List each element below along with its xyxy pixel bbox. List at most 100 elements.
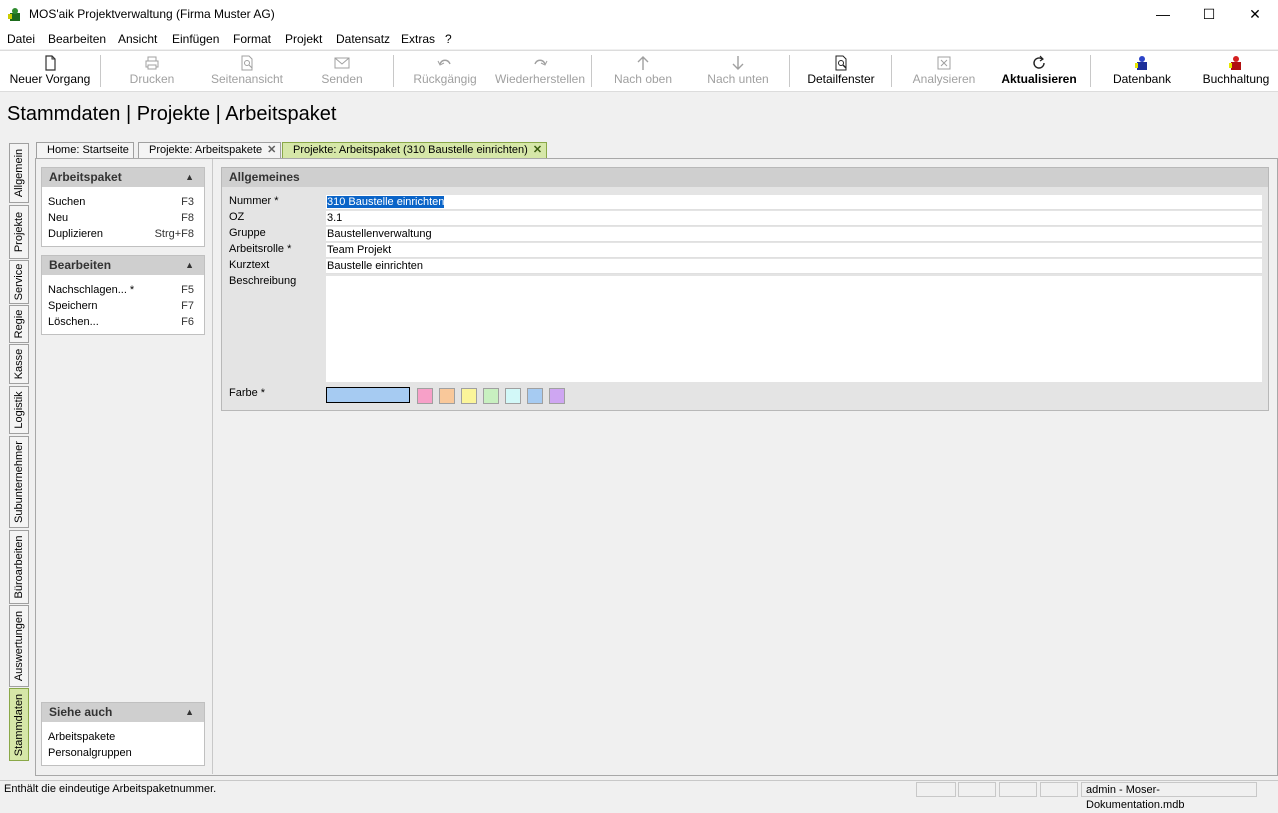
- print-button[interactable]: Drucken: [110, 51, 194, 91]
- color-swatch-pink[interactable]: [417, 388, 433, 404]
- tab-bueroarbeiten[interactable]: Büroarbeiten: [9, 530, 29, 604]
- menu-help[interactable]: ?: [445, 32, 452, 46]
- kurztext-field[interactable]: Baustelle einrichten: [326, 259, 1262, 274]
- database-button[interactable]: Datenbank: [1100, 51, 1184, 91]
- label-kurztext: Kurztext: [229, 259, 270, 271]
- collapse-icon[interactable]: ▲: [185, 256, 194, 275]
- color-swatch-blue[interactable]: [527, 388, 543, 404]
- toolbar-separator: [891, 55, 892, 87]
- analyze-button[interactable]: Analysieren: [902, 51, 986, 91]
- status-pane: [999, 782, 1037, 797]
- collapse-icon[interactable]: ▲: [185, 168, 194, 187]
- close-button[interactable]: ✕: [1232, 0, 1278, 29]
- form-group-allgemeines: Allgemeines Nummer * 310 Baustelle einri…: [221, 167, 1269, 411]
- close-tab-icon[interactable]: ✕: [533, 144, 542, 156]
- collapse-icon[interactable]: ▲: [185, 703, 194, 722]
- menu-datensatz[interactable]: Datensatz: [336, 32, 390, 46]
- toolbar-separator: [1090, 55, 1091, 87]
- selected-color-swatch[interactable]: [326, 387, 410, 403]
- tab-stammdaten[interactable]: Stammdaten: [9, 688, 29, 761]
- action-duplizieren[interactable]: Duplizieren Strg+F8: [42, 226, 204, 242]
- group-title: Allgemeines: [222, 168, 1268, 187]
- panel-header[interactable]: Arbeitspaket ▲: [42, 168, 204, 187]
- menu-extras[interactable]: Extras: [401, 32, 435, 46]
- action-suchen[interactable]: Suchen F3: [42, 194, 204, 210]
- detail-document-icon: [835, 55, 847, 71]
- menu-format[interactable]: Format: [233, 32, 271, 46]
- color-swatch-purple[interactable]: [549, 388, 565, 404]
- send-button[interactable]: Senden: [302, 51, 382, 91]
- doc-tab-arbeitspakete[interactable]: Projekte: Arbeitspakete ✕: [138, 142, 282, 158]
- app-icon: [8, 8, 20, 21]
- toolbar-separator: [591, 55, 592, 87]
- menu-datei[interactable]: Datei: [7, 32, 35, 46]
- toolbar: Neuer Vorgang Drucken Seitenansicht Send…: [0, 50, 1278, 92]
- redo-icon: [534, 59, 548, 66]
- action-speichern[interactable]: Speichern F7: [42, 298, 204, 314]
- link-personalgruppen[interactable]: Personalgruppen: [42, 745, 204, 761]
- menu-einfuegen[interactable]: Einfügen: [172, 32, 219, 46]
- color-swatch-cyan[interactable]: [505, 388, 521, 404]
- print-preview-button[interactable]: Seitenansicht: [202, 51, 292, 91]
- analyze-icon: [937, 56, 951, 70]
- menu-ansicht[interactable]: Ansicht: [118, 32, 157, 46]
- action-loeschen[interactable]: Löschen... F6: [42, 314, 204, 330]
- tab-allgemein[interactable]: Allgemein: [9, 143, 29, 203]
- label-beschreibung: Beschreibung: [229, 275, 297, 287]
- redo-button[interactable]: Wiederherstellen: [492, 51, 588, 91]
- window-title: MOS'aik Projektverwaltung (Firma Muster …: [29, 7, 275, 21]
- tab-projekte[interactable]: Projekte: [9, 205, 29, 259]
- doc-tab-home[interactable]: Home: Startseite: [36, 142, 134, 158]
- database-user-icon: [1135, 56, 1147, 70]
- arbeitsrolle-field[interactable]: Team Projekt: [326, 243, 1262, 258]
- color-swatch-yellow[interactable]: [461, 388, 477, 404]
- new-record-button[interactable]: Neuer Vorgang: [4, 51, 96, 91]
- menu-bearbeiten[interactable]: Bearbeiten: [48, 32, 106, 46]
- detail-window-button[interactable]: Detailfenster: [798, 51, 884, 91]
- tab-service[interactable]: Service: [9, 260, 29, 304]
- nummer-field[interactable]: 310 Baustelle einrichten: [326, 195, 1262, 210]
- link-arbeitspakete[interactable]: Arbeitspakete: [42, 729, 204, 745]
- gruppe-field[interactable]: Baustellenverwaltung: [326, 227, 1262, 242]
- status-pane: [1040, 782, 1078, 797]
- menu-bar: Datei Bearbeiten Ansicht Einfügen Format…: [0, 29, 1278, 49]
- move-down-button[interactable]: Nach unten: [694, 51, 782, 91]
- new-document-icon: [45, 55, 56, 71]
- oz-field[interactable]: 3.1: [326, 211, 1262, 226]
- tab-subunternehmer[interactable]: Subunternehmer: [9, 436, 29, 528]
- tab-regie[interactable]: Regie: [9, 305, 29, 343]
- undo-button[interactable]: Rückgängig: [404, 51, 486, 91]
- panel-bearbeiten: Bearbeiten ▲ Nachschlagen... * F5 Speicher…: [41, 255, 205, 335]
- action-neu[interactable]: Neu F8: [42, 210, 204, 226]
- title-bar: MOS'aik Projektverwaltung (Firma Muster …: [0, 0, 1278, 29]
- refresh-button[interactable]: Aktualisieren: [996, 51, 1082, 91]
- toolbar-separator: [100, 55, 101, 87]
- color-swatch-orange[interactable]: [439, 388, 455, 404]
- printer-icon: [145, 56, 159, 70]
- tab-logistik[interactable]: Logistik: [9, 386, 29, 434]
- color-swatch-green[interactable]: [483, 388, 499, 404]
- panel-header[interactable]: Siehe auch ▲: [42, 703, 204, 722]
- panel-header[interactable]: Bearbeiten ▲: [42, 256, 204, 275]
- move-up-button[interactable]: Nach oben: [602, 51, 684, 91]
- status-database: admin - Moser-Dokumentation.mdb: [1081, 782, 1257, 811]
- panel-splitter[interactable]: [212, 159, 213, 774]
- toolbar-separator: [789, 55, 790, 87]
- beschreibung-textarea[interactable]: [326, 276, 1262, 382]
- preview-icon: [241, 55, 253, 71]
- page-title: Stammdaten | Projekte | Arbeitspaket: [7, 103, 337, 125]
- action-nachschlagen[interactable]: Nachschlagen... * F5: [42, 282, 204, 298]
- close-tab-icon[interactable]: ✕: [267, 144, 276, 156]
- accounting-user-icon: [1229, 56, 1241, 70]
- tab-kasse[interactable]: Kasse: [9, 344, 29, 384]
- panel-arbeitspaket: Arbeitspaket ▲ Suchen F3 Neu F8 Duplizieren…: [41, 167, 205, 247]
- refresh-icon: [1033, 55, 1045, 69]
- minimize-button[interactable]: —: [1140, 0, 1186, 29]
- menu-projekt[interactable]: Projekt: [285, 32, 322, 46]
- maximize-button[interactable]: ☐: [1186, 0, 1232, 29]
- tab-auswertungen[interactable]: Auswertungen: [9, 605, 29, 687]
- doc-tab-arbeitspaket-310[interactable]: Projekte: Arbeitspaket (310 Baustelle ei…: [282, 142, 548, 158]
- arrow-down-icon: [732, 56, 744, 70]
- accounting-button[interactable]: Buchhaltung: [1194, 51, 1278, 91]
- label-oz: OZ: [229, 211, 245, 223]
